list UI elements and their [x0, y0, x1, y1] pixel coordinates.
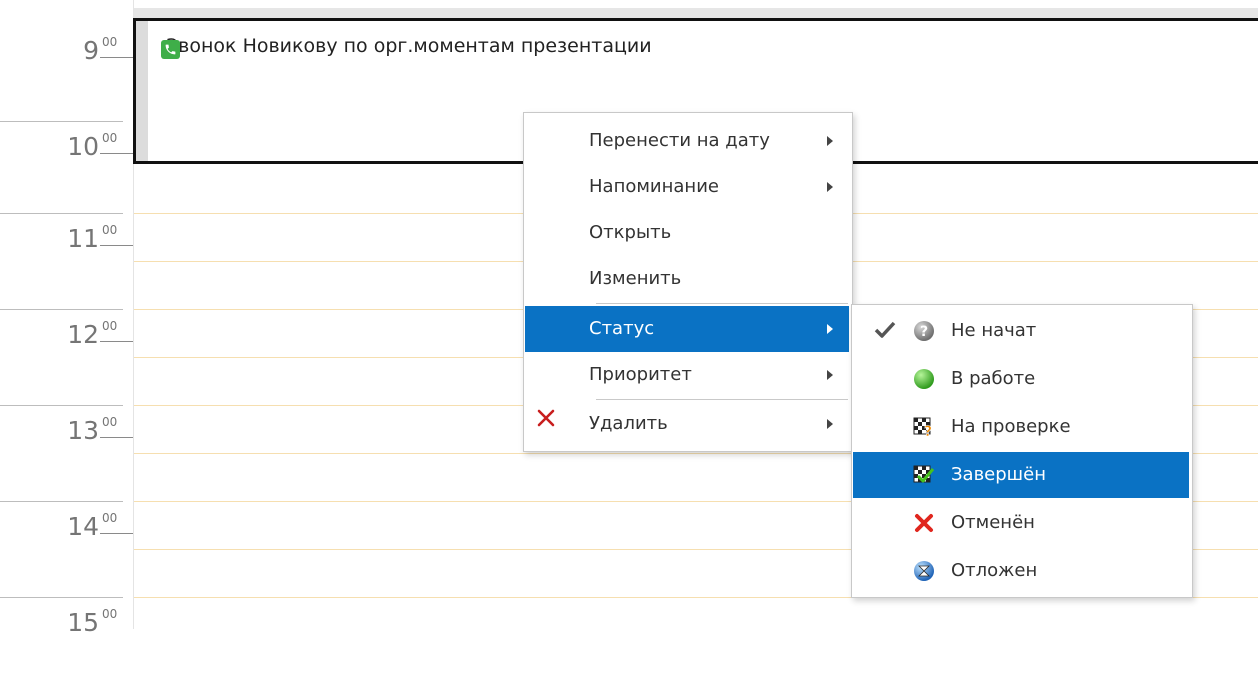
phone-icon [161, 40, 180, 59]
minute-underline [100, 437, 133, 438]
checker-done-icon [913, 464, 935, 486]
hour-separator [0, 121, 123, 122]
hour-slot-15: 15 00 [0, 597, 133, 694]
menu-item-label: Открыть [589, 222, 672, 243]
submenu-arrow-icon [827, 182, 833, 192]
menu-item-status[interactable]: Статус [525, 306, 849, 352]
status-cancelled[interactable]: Отменён [853, 500, 1189, 546]
menu-item-label: Статус [589, 318, 655, 339]
minute-underline [100, 245, 133, 246]
hour-separator [0, 501, 123, 502]
submenu-arrow-icon [827, 136, 833, 146]
submenu-arrow-icon [827, 419, 833, 429]
status-label: В работе [951, 368, 1036, 389]
context-menu: Перенести на дату Напоминание Открыть Из… [523, 112, 853, 452]
hour-slot-13: 13 00 [0, 405, 133, 502]
menu-item-label: Напоминание [589, 176, 719, 197]
hour-slot-14: 14 00 [0, 501, 133, 598]
minute-label: 00 [102, 35, 118, 49]
menu-item-label: Удалить [589, 413, 668, 434]
svg-text:?: ? [920, 324, 928, 340]
hour-slot-10: 10 00 [0, 121, 133, 218]
hour-separator [0, 213, 123, 214]
hour-separator [0, 405, 123, 406]
minute-label: 00 [102, 415, 118, 429]
menu-separator [596, 303, 848, 304]
status-submenu: ? Не начат В работе ? На проверке Заверш… [851, 304, 1193, 598]
hour-label: 10 [67, 132, 99, 161]
status-label: Завершён [951, 464, 1046, 485]
menu-separator [596, 399, 848, 400]
minute-underline [100, 57, 133, 58]
minute-label: 00 [102, 223, 118, 237]
hour-slot-12: 12 00 [0, 309, 133, 406]
hour-slot-9: 9 00 [0, 26, 133, 122]
hour-label: 13 [67, 416, 99, 445]
hour-separator [0, 309, 123, 310]
minute-label: 00 [102, 511, 118, 525]
status-label: Не начат [951, 320, 1037, 341]
minute-label: 00 [102, 319, 118, 333]
hour-label: 15 [67, 608, 99, 637]
menu-item-open[interactable]: Открыть [525, 210, 849, 256]
status-in-review[interactable]: ? На проверке [853, 404, 1189, 450]
green-ball-icon [913, 368, 935, 390]
minute-underline [100, 533, 133, 534]
checkmark-icon [873, 318, 897, 347]
minute-underline [100, 153, 133, 154]
menu-item-label: Перенести на дату [589, 130, 770, 151]
hour-slot-11: 11 00 [0, 213, 133, 310]
menu-item-priority[interactable]: Приоритет [525, 352, 849, 398]
event-title: Звонок Новикову по орг.моментам презента… [166, 35, 652, 57]
red-x-icon [913, 512, 935, 534]
hour-separator [0, 597, 123, 598]
menu-item-edit[interactable]: Изменить [525, 256, 849, 302]
status-label: На проверке [951, 416, 1071, 437]
svg-text:?: ? [924, 424, 932, 438]
checker-question-icon: ? [913, 416, 935, 440]
submenu-arrow-icon [827, 324, 833, 334]
status-not-started[interactable]: ? Не начат [853, 308, 1189, 354]
menu-item-delete[interactable]: Удалить [525, 401, 849, 447]
hour-label: 14 [67, 512, 99, 541]
menu-item-reschedule[interactable]: Перенести на дату [525, 118, 849, 164]
minute-label: 00 [102, 131, 118, 145]
delete-x-icon [535, 407, 557, 434]
question-ball-icon: ? [913, 320, 935, 342]
status-completed[interactable]: Завершён [853, 452, 1189, 498]
status-in-progress[interactable]: В работе [853, 356, 1189, 402]
hour-label: 12 [67, 320, 99, 349]
status-postponed[interactable]: Отложен [853, 548, 1189, 594]
event-status-bar [136, 21, 148, 161]
minute-underline [100, 341, 133, 342]
menu-item-label: Изменить [589, 268, 682, 289]
menu-item-reminder[interactable]: Напоминание [525, 164, 849, 210]
status-label: Отменён [951, 512, 1035, 533]
menu-item-label: Приоритет [589, 364, 692, 385]
hour-label: 11 [67, 224, 99, 253]
submenu-arrow-icon [827, 370, 833, 380]
all-day-strip [134, 8, 1258, 18]
postponed-icon [913, 560, 935, 582]
hour-label: 9 [83, 36, 99, 65]
status-label: Отложен [951, 560, 1038, 581]
minute-label: 00 [102, 607, 118, 621]
